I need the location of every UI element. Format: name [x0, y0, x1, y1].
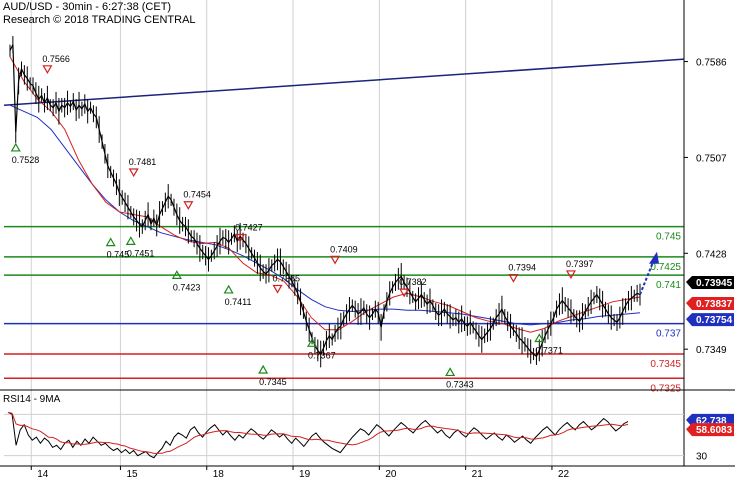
swing-label: 0.7397	[566, 259, 594, 269]
level-label: 0.7325	[650, 383, 681, 394]
swing-label: 0.7382	[399, 277, 427, 287]
swing-label: 0.7345	[259, 377, 287, 387]
swing-label: 0.7481	[129, 157, 157, 167]
level-label: 0.7345	[650, 359, 681, 370]
swing-label: 0.7566	[42, 54, 70, 64]
price-tick-label: 0.7349	[696, 345, 727, 356]
time-tick-label: 21	[472, 469, 484, 480]
swing-label: 0.7367	[308, 350, 336, 360]
level-label: 0.745	[656, 232, 681, 243]
rsi-tick-label: 30	[696, 452, 708, 463]
time-tick-label: 22	[558, 469, 570, 480]
chart-title: AUD/USD - 30min - 6:27:38 (CET)	[3, 1, 172, 13]
time-tick-label: 19	[299, 469, 311, 480]
price-tags: 0.73945 0.73837 0.73754	[686, 275, 734, 327]
time-tick-label: 20	[385, 469, 397, 480]
time-tick-label: 15	[126, 469, 138, 480]
swing-label: 0.7371	[535, 345, 563, 355]
level-label: 0.737	[656, 329, 681, 340]
swing-label: 0.7454	[183, 190, 211, 200]
swing-label: 0.7411	[225, 297, 252, 307]
time-tick-label: 18	[213, 469, 225, 480]
rsi-title: RSI14 - 9MA	[3, 394, 61, 405]
price-tick-label: 0.7586	[696, 58, 727, 69]
swing-label: 0.7528	[12, 155, 40, 165]
price-tick-label: 0.7428	[696, 249, 727, 260]
price-tag-label: 0.73754	[696, 315, 733, 326]
chart-svg: 0.7450.74250.7410.7370.73450.7325 0.7528…	[0, 0, 735, 480]
swing-label: 0.7451	[127, 248, 155, 258]
price-tag-label: 0.73945	[696, 278, 733, 289]
level-label: 0.741	[656, 280, 681, 291]
time-tick-label: 14	[37, 469, 49, 480]
swing-label: 0.7385	[273, 273, 301, 283]
swing-label: 0.7427	[235, 223, 263, 233]
price-tag-label: 0.73837	[696, 299, 733, 310]
chart-root: 0.745 0.7425 0.741 0.737 0.7345 0.7325 0.7528…	[0, 0, 735, 480]
swing-label: 0.7423	[173, 282, 201, 292]
rsi-tag-label: 58.6083	[696, 425, 733, 436]
swing-label: 0.7409	[330, 244, 358, 254]
swing-label: 0.7343	[446, 379, 474, 389]
chart-subtitle: Research © 2018 TRADING CENTRAL	[3, 14, 196, 26]
price-tick-label: 0.7507	[696, 153, 727, 164]
swing-label: 0.7394	[508, 263, 536, 273]
